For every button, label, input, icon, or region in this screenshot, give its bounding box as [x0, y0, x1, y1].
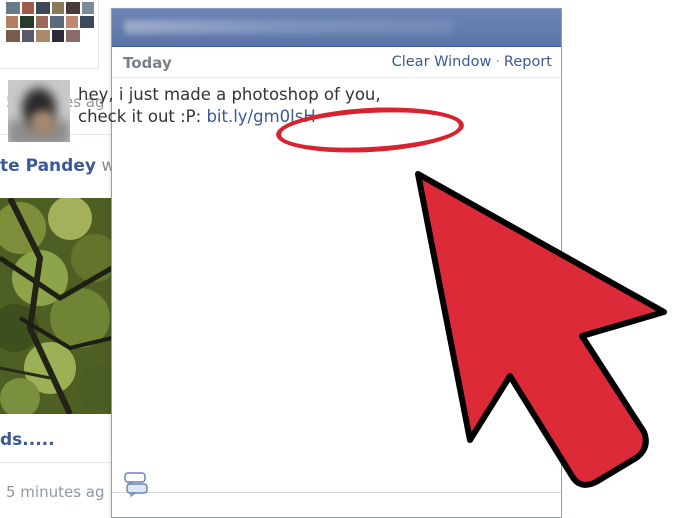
- clear-window-link[interactable]: Clear Window: [392, 54, 492, 70]
- report-link[interactable]: Report: [504, 54, 552, 70]
- chat-titlebar[interactable]: [112, 9, 561, 47]
- foliage-photo: [0, 198, 112, 414]
- date-separator: Today: [123, 54, 172, 72]
- blurred-contact-name: [124, 20, 454, 34]
- chat-toolbar: Today Clear Window · Report: [112, 47, 561, 78]
- chat-bubble-icon[interactable]: [122, 470, 150, 498]
- feed-thumbnail-grid[interactable]: [0, 0, 99, 69]
- chat-input-divider: [112, 492, 561, 493]
- feed-divider: [0, 462, 112, 463]
- avatar[interactable]: [8, 80, 70, 142]
- feed-timestamp: 5 minutes ag: [6, 483, 105, 501]
- feed-photo[interactable]: [0, 198, 112, 414]
- feed-story-header: te Pandey w: [0, 156, 115, 176]
- feed-author-link[interactable]: te Pandey: [0, 156, 96, 176]
- chat-actions: Clear Window · Report: [392, 54, 552, 70]
- feed-story-link[interactable]: ds.....: [0, 430, 55, 450]
- photo-collage: [2, 0, 96, 52]
- separator-dot: ·: [495, 54, 500, 70]
